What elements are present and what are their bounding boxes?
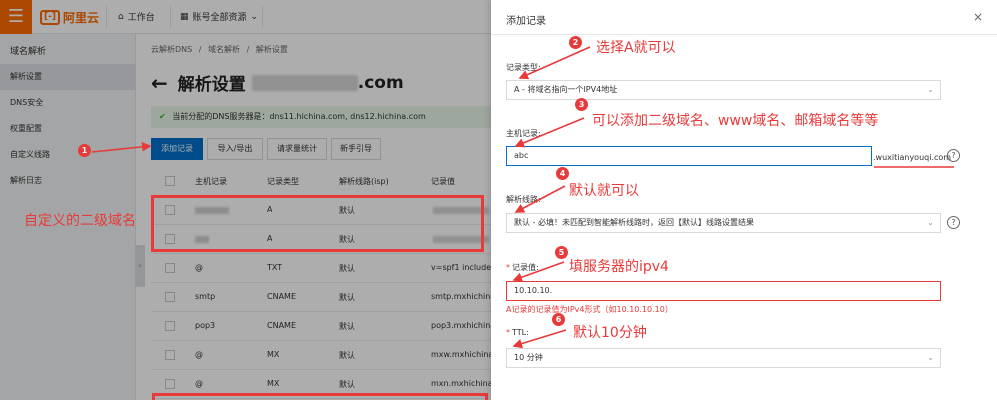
resolve-line-label: 解析线路: <box>506 195 541 204</box>
step-badge-1: 1 <box>78 144 91 157</box>
step-badge-3: 3 <box>575 98 588 111</box>
record-type-value: A - 将域名指向一个IPV4地址 <box>514 85 618 94</box>
step-badge-4: 4 <box>556 167 569 180</box>
ttl-label: * TTL: <box>506 328 529 337</box>
required-marker: * <box>506 263 510 272</box>
chevron-down-icon: ⌄ <box>927 85 934 94</box>
add-record-drawer: 添加记录 × 记录类型: A - 将域名指向一个IPV4地址 ⌄ 主机记录: a… <box>491 0 997 400</box>
annotation-step-2: 选择A就可以 <box>596 40 676 56</box>
drawer-divider <box>491 34 997 35</box>
highlight-box-bottom <box>152 393 488 400</box>
ttl-label-text: TTL: <box>512 328 529 337</box>
required-marker: * <box>506 328 510 337</box>
annotation-custom-subdomain: 自定义的二级域名 <box>24 213 136 229</box>
step-badge-6: 6 <box>552 313 565 326</box>
record-value-input[interactable]: 10.10.10. <box>506 281 941 301</box>
ttl-value: 10 分钟 <box>514 353 543 362</box>
ttl-select[interactable]: 10 分钟 ⌄ <box>506 348 941 368</box>
record-type-select[interactable]: A - 将域名指向一个IPV4地址 ⌄ <box>506 80 941 100</box>
help-icon[interactable]: ? <box>947 216 960 229</box>
drawer-title: 添加记录 <box>506 16 546 27</box>
annotation-step-5: 填服务器的ipv4 <box>569 259 669 275</box>
chevron-down-icon: ⌄ <box>927 353 934 362</box>
annotation-step-6: 默认10分钟 <box>573 325 647 341</box>
highlight-box-subdomains <box>151 195 484 252</box>
step-badge-5: 5 <box>555 246 568 259</box>
record-value-label-text: 记录值: <box>512 263 539 272</box>
domain-suffix-label: .wuxitianyouqi.com <box>873 153 952 162</box>
help-icon[interactable]: ? <box>947 149 960 162</box>
record-value-error: A记录的记录值为IPv4形式（如10.10.10.10） <box>506 305 673 314</box>
record-type-label: 记录类型: <box>506 63 541 72</box>
step-badge-2: 2 <box>569 36 582 49</box>
resolve-line-value: 默认 - 必填！未匹配到智能解析线路时，返回【默认】线路设置结果 <box>514 218 754 227</box>
annotation-step-3: 可以添加二级域名、www域名、邮箱域名等等 <box>592 113 879 129</box>
host-record-value: abc <box>514 151 529 160</box>
chevron-down-icon: ⌄ <box>927 218 934 227</box>
resolve-line-select[interactable]: 默认 - 必填！未匹配到智能解析线路时，返回【默认】线路设置结果 ⌄ <box>506 213 941 233</box>
annotation-step-4: 默认就可以 <box>569 183 639 199</box>
record-value-label: * 记录值: <box>506 262 539 273</box>
close-icon[interactable]: × <box>973 10 983 24</box>
host-record-input[interactable]: abc <box>506 146 872 166</box>
host-record-label: 主机记录: <box>506 129 541 138</box>
record-value-text: 10.10.10. <box>514 286 553 295</box>
